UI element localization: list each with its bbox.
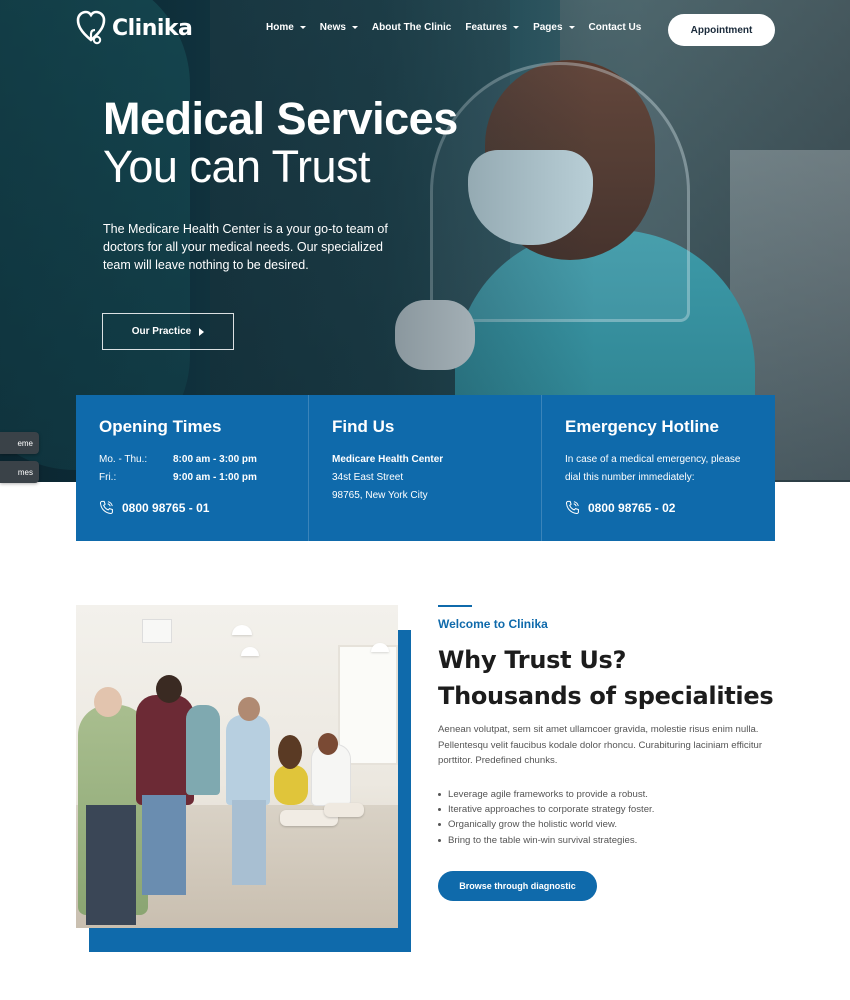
clinic-street: 34st East Street bbox=[332, 472, 404, 483]
main-menu: Home News About The Clinic Features Page… bbox=[266, 22, 655, 33]
feature-list-item: Leverage agile frameworks to provide a r… bbox=[438, 787, 654, 802]
hours-time: 9:00 am - 1:00 pm bbox=[173, 472, 257, 483]
photo-chair bbox=[324, 803, 364, 817]
photo-person-legs bbox=[86, 805, 136, 925]
find-us-title: Find Us bbox=[332, 417, 395, 436]
feature-list-item: Bring to the table win-win survival stra… bbox=[438, 833, 654, 848]
menu-news[interactable]: News bbox=[320, 22, 358, 33]
clinic-photo bbox=[76, 605, 398, 928]
photo-patient-head bbox=[278, 735, 302, 769]
opening-phone[interactable]: 0800 98765 - 01 bbox=[99, 500, 209, 515]
accent-line bbox=[438, 605, 472, 607]
menu-pages-label: Pages bbox=[533, 22, 563, 33]
photo-window bbox=[338, 645, 398, 765]
hours-row: Fri.: 9:00 am - 1:00 pm bbox=[99, 469, 308, 487]
side-tab-themes[interactable]: mes bbox=[0, 461, 39, 483]
menu-pages[interactable]: Pages bbox=[533, 22, 575, 33]
our-practice-label: Our Practice bbox=[131, 326, 192, 337]
top-nav: Clinika Home News About The Clinic Featu… bbox=[0, 0, 850, 60]
chevron-down-icon bbox=[568, 26, 575, 29]
clinic-city: 98765, New York City bbox=[332, 490, 428, 501]
section-title: Why Trust Us? Thousands of specialities bbox=[438, 642, 774, 714]
photo-person-head bbox=[156, 675, 182, 703]
menu-about[interactable]: About The Clinic bbox=[372, 22, 451, 33]
photo-doctor-legs bbox=[232, 800, 266, 885]
our-practice-button[interactable]: Our Practice bbox=[102, 313, 234, 350]
arrow-right-icon bbox=[199, 327, 205, 336]
hours-day: Mo. - Thu.: bbox=[99, 454, 148, 465]
appointment-button[interactable]: Appointment bbox=[668, 14, 775, 46]
phone-icon bbox=[99, 500, 113, 515]
opening-times-title: Opening Times bbox=[99, 417, 222, 436]
logo[interactable]: Clinika bbox=[76, 10, 193, 46]
hero-subtitle: You can Trust bbox=[103, 141, 371, 192]
emergency-text-1: In case of a medical emergency, please bbox=[565, 454, 741, 465]
side-tab-theme[interactable]: eme bbox=[0, 432, 39, 454]
chevron-down-icon bbox=[351, 26, 358, 29]
menu-features-label: Features bbox=[465, 22, 508, 33]
menu-contact[interactable]: Contact Us bbox=[589, 22, 642, 33]
heart-stethoscope-icon bbox=[76, 10, 106, 45]
photo-ac-unit bbox=[142, 619, 172, 643]
feature-list-item: Iterative approaches to corporate strate… bbox=[438, 802, 654, 817]
page: Clinika Home News About The Clinic Featu… bbox=[0, 0, 850, 1000]
find-us-card: Find Us Medicare Health Center 34st East… bbox=[309, 395, 542, 541]
photo-person bbox=[186, 705, 220, 795]
photo-lamp bbox=[232, 625, 252, 635]
phone-icon bbox=[565, 500, 579, 515]
hours-row: Mo. - Thu.: 8:00 am - 3:00 pm bbox=[99, 451, 308, 469]
emergency-text-2: dial this number immediately: bbox=[565, 472, 695, 483]
menu-home[interactable]: Home bbox=[266, 22, 306, 33]
info-bar: Opening Times Mo. - Thu.: 8:00 am - 3:00… bbox=[76, 395, 775, 541]
emergency-phone-number: 0800 98765 - 02 bbox=[588, 500, 676, 515]
opening-phone-number: 0800 98765 - 01 bbox=[122, 500, 210, 515]
hours-time: 8:00 am - 3:00 pm bbox=[173, 454, 257, 465]
feature-list-item: Organically grow the holistic world view… bbox=[438, 817, 654, 832]
menu-news-label: News bbox=[319, 22, 346, 33]
section-eyebrow: Welcome to Clinika bbox=[438, 617, 548, 631]
chevron-down-icon bbox=[513, 26, 520, 29]
emergency-card: Emergency Hotline In case of a medical e… bbox=[542, 395, 775, 541]
menu-contact-label: Contact Us bbox=[588, 22, 642, 33]
photo-doctor-head bbox=[238, 697, 260, 721]
hours-day: Fri.: bbox=[99, 472, 117, 483]
photo-lamp bbox=[241, 647, 259, 656]
browse-diagnostic-button[interactable]: Browse through diagnostic bbox=[438, 871, 597, 901]
menu-home-label: Home bbox=[266, 22, 294, 33]
photo-doctor bbox=[226, 715, 270, 805]
clinic-name: Medicare Health Center bbox=[332, 454, 444, 465]
photo-person-head bbox=[94, 687, 122, 717]
section-title-line-1: Why Trust Us? bbox=[438, 646, 627, 674]
section-description: Aenean volutpat, sem sit amet ullamcoer … bbox=[438, 724, 763, 766]
emergency-phone[interactable]: 0800 98765 - 02 bbox=[565, 500, 675, 515]
emergency-title: Emergency Hotline bbox=[565, 417, 719, 436]
opening-times-card: Opening Times Mo. - Thu.: 8:00 am - 3:00… bbox=[76, 395, 309, 541]
feature-list: Leverage agile frameworks to provide a r… bbox=[438, 787, 654, 848]
hero-description: The Medicare Health Center is a your go-… bbox=[103, 222, 388, 272]
menu-about-label: About The Clinic bbox=[371, 22, 452, 33]
photo-person-legs bbox=[142, 795, 186, 895]
photo-patient bbox=[274, 765, 308, 805]
section-title-line-2: Thousands of specialities bbox=[438, 682, 774, 710]
hero-title: Medical Services bbox=[103, 93, 458, 144]
menu-features[interactable]: Features bbox=[465, 22, 520, 33]
logo-text: Clinika bbox=[112, 15, 193, 41]
photo-nurse-head bbox=[318, 733, 338, 755]
chevron-down-icon bbox=[299, 26, 306, 29]
